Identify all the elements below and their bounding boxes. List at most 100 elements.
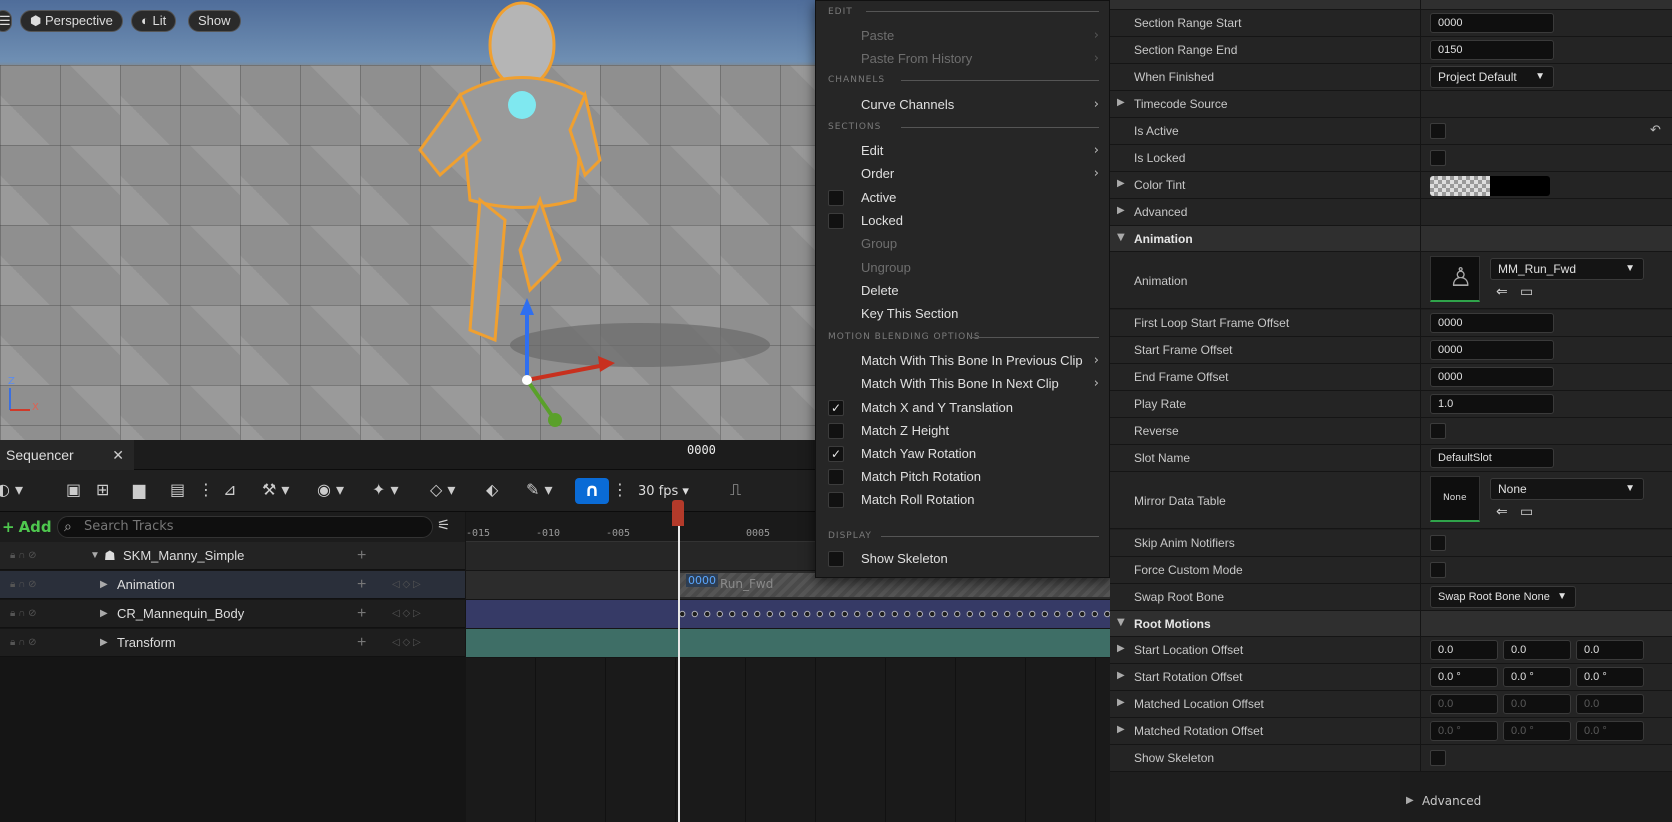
menu-item-match-xy[interactable]: Match X and Y Translation xyxy=(861,400,1013,415)
play-rate-input[interactable]: 1.0 xyxy=(1430,394,1554,414)
start-rotation-z-input[interactable]: 0.0 ° xyxy=(1576,667,1644,687)
browse-asset-icon[interactable]: ▭ xyxy=(1520,504,1533,520)
match-yaw-checkbox[interactable]: ✓ xyxy=(828,446,844,462)
use-selected-icon[interactable]: ⇐ xyxy=(1496,284,1508,300)
expand-arrow-icon[interactable]: ▶ xyxy=(1117,97,1125,108)
menu-item-match-yaw[interactable]: Match Yaw Rotation xyxy=(861,446,976,461)
level-viewport[interactable]: ☰ ⬢ Perspective ◐ Lit Show Z X xyxy=(0,0,815,440)
menu-item-locked[interactable]: Locked xyxy=(861,213,903,228)
start-location-y-input[interactable]: 0.0 xyxy=(1503,640,1571,660)
lock-icon[interactable]: 🔒︎ ∩ ⊘ xyxy=(10,629,36,657)
menu-item-match-roll[interactable]: Match Roll Rotation xyxy=(861,492,974,507)
browse-icon[interactable]: ⊞ xyxy=(96,479,109,501)
mirror-thumbnail[interactable]: None xyxy=(1430,476,1480,522)
track-row[interactable]: 🔒︎ ∩ ⊘ ▶ CR_Mannequin_Body + ◁ ◇ ▷ xyxy=(0,600,465,628)
menu-item-match-next[interactable]: Match With This Bone In Next Clip xyxy=(861,376,1059,391)
add-subtrack-icon[interactable]: + xyxy=(357,542,366,570)
reset-icon[interactable]: ↶ xyxy=(1650,123,1661,138)
expand-arrow-icon[interactable]: ▶ xyxy=(1117,643,1125,654)
start-location-z-input[interactable]: 0.0 xyxy=(1576,640,1644,660)
world-icon[interactable]: ◐ ▾ xyxy=(0,479,23,501)
animation-asset-dropdown[interactable]: MM_Run_Fwd ▼ xyxy=(1490,258,1644,280)
menu-item-curve-channels[interactable]: Curve Channels xyxy=(861,97,954,112)
expand-arrow-icon[interactable]: ▶ xyxy=(100,571,108,599)
save-icon[interactable]: ▣ xyxy=(66,479,81,501)
is-active-checkbox[interactable] xyxy=(1430,123,1446,139)
collapse-arrow-icon[interactable]: ▼ xyxy=(1117,232,1125,243)
expand-arrow-icon[interactable]: ▶ xyxy=(100,600,108,628)
menu-item-show-skeleton[interactable]: Show Skeleton xyxy=(861,551,948,566)
expand-arrow-icon[interactable]: ▶ xyxy=(1406,795,1414,806)
menu-item-paste-history[interactable]: Paste From History xyxy=(861,51,972,66)
timeline-empty-area[interactable] xyxy=(466,658,1112,822)
expand-arrow-icon[interactable]: ▶ xyxy=(1117,178,1125,189)
menu-item-group[interactable]: Group xyxy=(861,236,897,251)
menu-item-match-previous[interactable]: Match With This Bone In Previous Clip xyxy=(861,353,1083,368)
when-finished-dropdown[interactable]: Project Default ▼ xyxy=(1430,66,1554,88)
match-z-checkbox[interactable] xyxy=(828,423,844,439)
render-icon[interactable]: ▤ xyxy=(170,479,185,501)
key-navigation-icon[interactable]: ◁ ◇ ▷ xyxy=(392,600,421,628)
lock-icon[interactable]: 🔒︎ ∩ ⊘ xyxy=(10,542,36,570)
camera-icon[interactable]: ▆ xyxy=(133,479,145,501)
curve-editor-icon[interactable]: ⊿ xyxy=(223,479,236,501)
category-animation[interactable]: ▼ Animation xyxy=(1110,226,1672,252)
start-rotation-x-input[interactable]: 0.0 ° xyxy=(1430,667,1498,687)
expand-arrow-icon[interactable]: ▶ xyxy=(1117,670,1125,681)
menu-item-delete[interactable]: Delete xyxy=(861,283,899,298)
mannequin-character[interactable] xyxy=(418,1,602,343)
key-icon[interactable]: ◇ ▾ xyxy=(430,479,455,501)
search-tracks-input[interactable]: ⌕ Search Tracks xyxy=(57,516,433,538)
track-row[interactable]: 🔒︎ ∩ ⊘ ▶ Animation + ◁ ◇ ▷ xyxy=(0,571,465,599)
is-locked-checkbox[interactable] xyxy=(1430,150,1446,166)
menu-item-edit[interactable]: Edit xyxy=(861,143,883,158)
column-splitter[interactable] xyxy=(1420,0,1421,780)
property-row[interactable]: ▶ Advanced xyxy=(1110,199,1672,226)
playhead-handle[interactable] xyxy=(672,500,684,526)
add-track-button[interactable]: + Add xyxy=(2,517,52,537)
show-skeleton-checkbox[interactable] xyxy=(1430,750,1446,766)
filter-icon[interactable]: ⚟ xyxy=(437,516,450,534)
track-row[interactable]: 🔒︎ ∩ ⊘ ▼ ☗ SKM_Manny_Simple + xyxy=(0,542,465,570)
menu-item-paste[interactable]: Paste xyxy=(861,28,894,43)
locked-checkbox[interactable] xyxy=(828,213,844,229)
animation-thumbnail[interactable]: ♙ xyxy=(1430,256,1480,302)
collapse-arrow-icon[interactable]: ▼ xyxy=(1117,617,1125,628)
snap-options-icon[interactable]: ⋮ xyxy=(612,479,628,501)
match-pitch-checkbox[interactable] xyxy=(828,469,844,485)
swap-root-dropdown[interactable]: Swap Root Bone None ▼ xyxy=(1430,586,1576,608)
start-frame-offset-input[interactable]: 0000 xyxy=(1430,340,1554,360)
slot-name-input[interactable]: DefaultSlot xyxy=(1430,448,1554,468)
menu-item-ungroup[interactable]: Ungroup xyxy=(861,260,911,275)
color-tint-swatch[interactable] xyxy=(1430,176,1550,196)
keyframe-dots[interactable] xyxy=(676,610,1112,618)
key-navigation-icon[interactable]: ◁ ◇ ▷ xyxy=(392,571,421,599)
playback-options-icon[interactable]: ✦ ▾ xyxy=(372,479,399,501)
close-tab-icon[interactable]: ✕ xyxy=(112,440,124,470)
match-roll-checkbox[interactable] xyxy=(828,492,844,508)
section-range-start-input[interactable]: 0000 xyxy=(1430,13,1554,33)
menu-item-order[interactable]: Order xyxy=(861,166,894,181)
category-root-motions[interactable]: ▼ Root Motions xyxy=(1110,611,1672,637)
transform-lane[interactable] xyxy=(466,629,1112,657)
more-options-icon[interactable]: ⋮ xyxy=(198,479,214,501)
expand-arrow-icon[interactable]: ▶ xyxy=(100,629,108,657)
fps-selector[interactable]: 30 fps ▾ xyxy=(638,484,689,499)
tab-sequencer[interactable]: Sequencer ✕ xyxy=(0,440,134,470)
playhead-line[interactable] xyxy=(678,500,680,822)
edit-mode-icon[interactable]: ✎ ▾ xyxy=(526,479,553,501)
mirror-table-dropdown[interactable]: None ▼ xyxy=(1490,478,1644,500)
menu-item-active[interactable]: Active xyxy=(861,190,896,205)
view-options-icon[interactable]: ◉ ▾ xyxy=(317,479,344,501)
add-subtrack-icon[interactable]: + xyxy=(357,629,366,657)
end-frame-offset-input[interactable]: 0000 xyxy=(1430,367,1554,387)
skip-notifiers-checkbox[interactable] xyxy=(1430,535,1446,551)
body-lane[interactable] xyxy=(466,600,1112,628)
menu-item-key-section[interactable]: Key This Section xyxy=(861,306,958,321)
property-row[interactable]: ▶ Timecode Source xyxy=(1110,91,1672,118)
active-checkbox[interactable] xyxy=(828,190,844,206)
start-location-x-input[interactable]: 0.0 xyxy=(1430,640,1498,660)
expand-arrow-icon[interactable]: ▶ xyxy=(1117,205,1125,216)
force-custom-checkbox[interactable] xyxy=(1430,562,1446,578)
menu-item-match-pitch[interactable]: Match Pitch Rotation xyxy=(861,469,981,484)
